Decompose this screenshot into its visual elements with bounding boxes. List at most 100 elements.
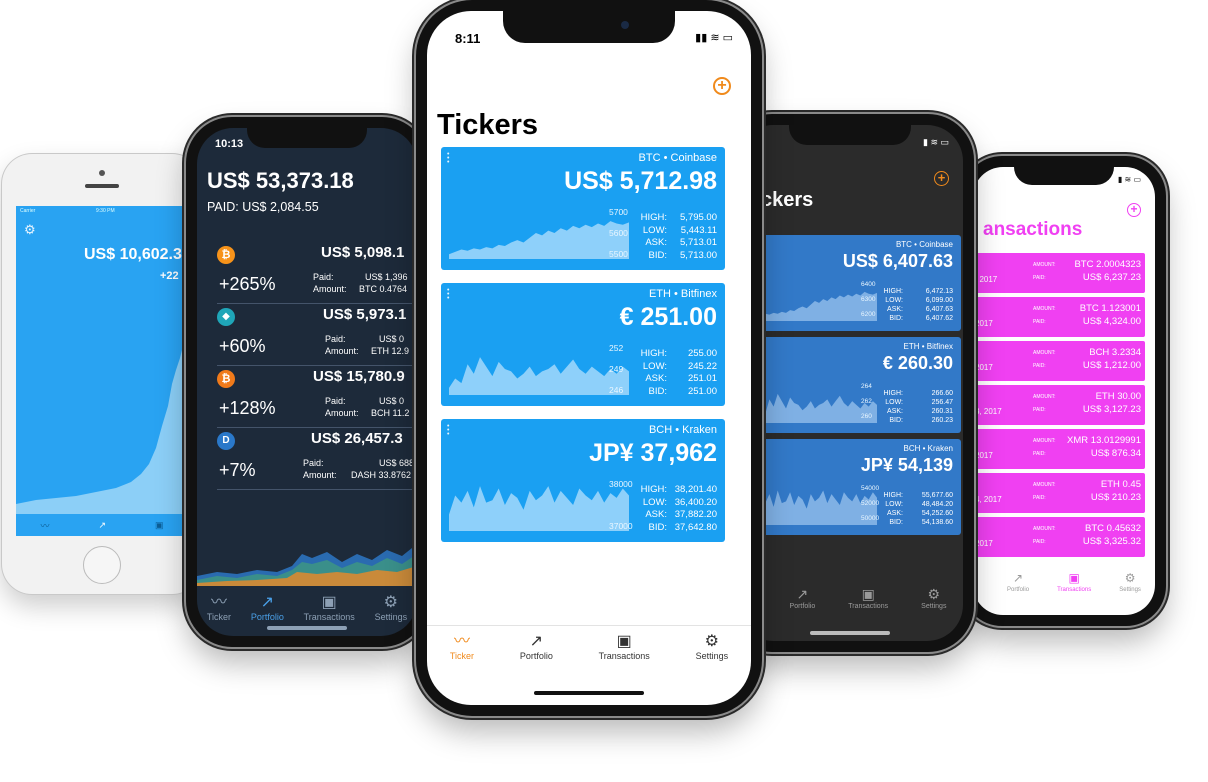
ticker-stats: HIGH: 55,677.60 LOW: 48,484.20 ASK: 54,252.60… <box>884 491 953 527</box>
tab-portfolio[interactable]: ↗ Portfolio <box>790 585 816 610</box>
holding-value: US$ 5,973.1 <box>323 306 407 323</box>
tab-settings[interactable]: ⚙ Settings <box>696 633 729 661</box>
stat-row: HIGH: 255.00 <box>641 348 717 361</box>
ticker-card[interactable]: •••BCH • KrakenJP¥ 54,139540005200050000… <box>749 439 961 535</box>
axis-tick-label: 52000 <box>861 500 880 507</box>
stat-value: 255.00 <box>687 348 717 359</box>
price-sparkline <box>449 486 629 531</box>
drag-handle-icon[interactable]: ••• <box>447 287 449 302</box>
activity-icon: 〰 <box>453 633 470 650</box>
transaction-row[interactable]: 4, 2017 AMOUNT: ETH 0.45 PAID: US$ 210.23 <box>973 473 1145 513</box>
stat-value: 256.47 <box>931 399 953 406</box>
transaction-paid: US$ 876.34 <box>1090 448 1141 459</box>
briefcase-icon: ▣ <box>321 594 337 611</box>
portfolio-total: US$ 10,602.3 <box>84 246 182 263</box>
holding-row[interactable]: ◆ US$ 5,973.1 +60% Paid: US$ 0 Amount: E… <box>217 304 417 366</box>
stat-row: ASK: 260.31 <box>884 407 953 416</box>
stat-label: HIGH: <box>883 390 903 397</box>
old-iphone-screen: Carrier 9:30 PM ⚙ US$ 10,602.3 +22 〰 ↗ ▣ <box>16 206 188 536</box>
tab-settings[interactable]: ⚙ Settings <box>1119 569 1141 593</box>
home-indicator <box>534 691 644 695</box>
ticker-card[interactable]: • • • BTC • Coinbase US$ 5,712.98 5700 5600 550… <box>441 147 725 270</box>
drag-handle-icon[interactable]: ••• <box>447 151 449 166</box>
status-icons: ▮ ≋ ▭ <box>1117 175 1141 184</box>
tab-settings[interactable]: ⚙ Settings <box>375 594 408 622</box>
holding-row[interactable]: ₿ US$ 5,098.1 +265% Paid: US$ 1,396 Amou… <box>217 242 417 304</box>
ticker-card[interactable]: •••ETH • Bitfinex€ 260.30264262260HIGH:2… <box>749 337 961 433</box>
amount-label: AMOUNT: <box>1033 262 1056 268</box>
axis-tick-label: 38000 <box>609 479 633 489</box>
drag-handle-icon[interactable]: ••• <box>447 423 449 438</box>
gear-icon: ⚙ <box>704 633 719 650</box>
tab-ticker[interactable]: 〰 Ticker <box>450 633 474 661</box>
ticker-card[interactable]: •••BTC • CoinbaseUS$ 6,407.6364006300620… <box>749 235 961 331</box>
tab-label: Settings <box>1119 587 1141 593</box>
transactions-tab-icon[interactable]: ▣ <box>155 520 164 531</box>
transaction-paid: US$ 4,324.00 <box>1082 316 1141 327</box>
ticker-price: US$ 6,407.63 <box>842 251 953 271</box>
tab-settings[interactable]: ⚙ Settings <box>921 585 946 610</box>
stat-label: BID: <box>648 249 667 261</box>
transaction-row[interactable]: , 2017 AMOUNT: BTC 2.0004323 PAID: US$ 6,237… <box>973 253 1145 293</box>
ticker-card[interactable]: • • • ETH • Bitfinex € 251.00 252 249 246 HIGH: 2… <box>441 283 725 406</box>
transaction-row[interactable]: 2017 AMOUNT: XMR 13.0129991 PAID: US$ 876.34 <box>973 429 1145 469</box>
home-button[interactable] <box>83 546 121 584</box>
tab-portfolio[interactable]: ↗ Portfolio <box>1007 569 1029 593</box>
tab-transactions[interactable]: ▣ Transactions <box>848 585 888 610</box>
paid-label: Paid: <box>303 458 324 468</box>
ticker-price: US$ 5,712.98 <box>564 167 717 195</box>
ticker-card[interactable]: • • • BCH • Kraken JP¥ 37,962 38000 37000 HIGH:… <box>441 419 725 542</box>
transaction-row[interactable]: 2017 AMOUNT: BTC 0.45632 PAID: US$ 3,325.32 <box>973 517 1145 557</box>
tab-transactions[interactable]: ▣ Transactions <box>304 594 355 622</box>
add-icon[interactable]: + <box>934 171 949 186</box>
transaction-amount: BTC 1.123001 <box>1079 303 1141 314</box>
portfolio-tab-icon[interactable]: ↗ <box>98 520 106 531</box>
amount-label: Amount: <box>325 346 359 356</box>
ticker-tab-icon[interactable]: 〰 <box>40 519 49 532</box>
transactions-screen: ▮ ≋ ▭ + ansactions , 2017 AMOUNT: BTC 2.00… <box>973 167 1155 615</box>
stat-label: BID: <box>889 315 903 322</box>
transaction-paid: US$ 6,237.23 <box>1082 272 1141 283</box>
tab-label: Portfolio <box>519 651 553 661</box>
stat-label: HIGH: <box>883 492 903 499</box>
add-icon[interactable]: + <box>1127 203 1141 217</box>
paid-label: PAID: <box>1033 495 1046 501</box>
stat-label: LOW: <box>642 224 667 236</box>
stat-label: LOW: <box>642 496 667 508</box>
holding-percent: +60% <box>219 336 266 356</box>
home-indicator <box>810 631 890 635</box>
tab-portfolio[interactable]: ↗ Portfolio <box>251 594 284 622</box>
status-icons: ▮ ≋ ▭ <box>923 137 949 147</box>
amount-value: ETH 12.9 <box>371 346 410 356</box>
transactions-tab-bar: ↗ Portfolio ▣ Transactions ⚙ Settings <box>973 569 1155 593</box>
stat-row: BID: 54,138.60 <box>884 518 953 527</box>
tab-transactions[interactable]: ▣ Transactions <box>599 633 650 661</box>
tab-portfolio[interactable]: ↗ Portfolio <box>520 633 553 661</box>
stat-label: BID: <box>648 521 667 533</box>
stat-row: LOW: 6,099.00 <box>884 296 953 305</box>
portfolio-screen: 10:13 US$ 53,373.18 PAID: US$ 2,084.55 ₿… <box>197 128 417 636</box>
add-ticker-icon[interactable]: + <box>713 77 731 95</box>
transaction-row[interactable]: 2017 AMOUNT: BCH 3.2334 PAID: US$ 1,212.00 <box>973 341 1145 381</box>
amount-label: Amount: <box>325 408 359 418</box>
status-icons: ▮▮ ≋ ▭ <box>695 32 733 44</box>
holding-row[interactable]: ₿ US$ 15,780.9 +128% Paid: US$ 0 Amount:… <box>217 366 417 428</box>
tab-transactions[interactable]: ▣ Transactions <box>1057 569 1091 593</box>
transaction-row[interactable]: 2017 AMOUNT: BTC 1.123001 PAID: US$ 4,324.00 <box>973 297 1145 337</box>
ticker-stats: HIGH: 255.00 LOW: 245.22 ASK: 251.01 BID: 251.0… <box>641 348 717 398</box>
amount-label: AMOUNT: <box>1033 306 1056 312</box>
holding-row[interactable]: D US$ 26,457.3 +7% Paid: US$ 688 Amount:… <box>217 428 417 490</box>
stat-row: ASK: 37,882.20 <box>641 509 717 522</box>
transaction-date: 4, 2017 <box>975 495 1002 504</box>
stat-row: HIGH: 38,201.40 <box>641 484 717 497</box>
stat-value: 54,252.60 <box>921 510 953 517</box>
axis-tick-label: 264 <box>861 383 872 390</box>
transaction-row[interactable]: 3, 2017 AMOUNT: ETH 30.00 PAID: US$ 3,127.23 <box>973 385 1145 425</box>
trending-up-icon: ↗ <box>1012 571 1024 585</box>
ticker-source: BTC • Coinbase <box>895 240 953 249</box>
gear-icon[interactable]: ⚙ <box>24 222 36 238</box>
stat-label: ASK: <box>645 373 667 384</box>
paid-label: PAID: <box>1033 363 1046 369</box>
stat-value: 36,400.20 <box>674 496 717 508</box>
tab-ticker[interactable]: 〰 Ticker <box>207 594 231 622</box>
